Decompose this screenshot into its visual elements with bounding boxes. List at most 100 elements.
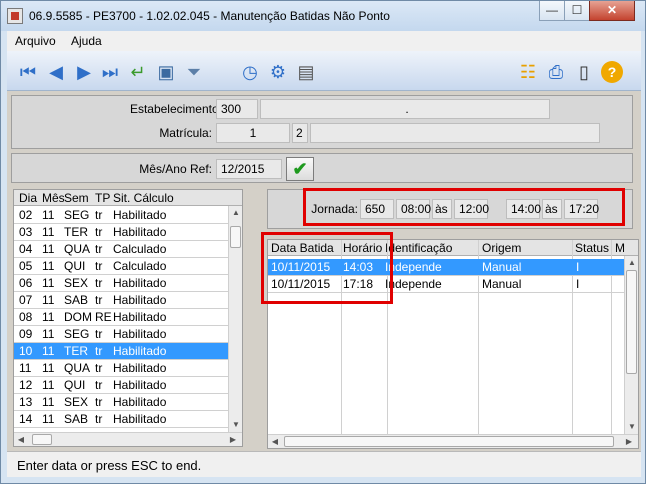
table-row[interactable]: 06 11 SEX tr Habilitado (14, 275, 228, 292)
help-icon[interactable]: ? (601, 61, 623, 83)
cell-sit-calculo: Habilitado (113, 378, 167, 392)
close-button[interactable]: ✕ (589, 1, 635, 21)
col-m[interactable]: M (615, 241, 625, 255)
col-identificacao[interactable]: Identificação (385, 241, 452, 255)
menu-bar: Arquivo Ajuda (7, 31, 641, 51)
punches-horizontal-scrollbar[interactable]: ◀ ▶ (268, 434, 638, 448)
cell-mes: 11 (42, 310, 55, 324)
scroll-left-icon[interactable]: ◀ (14, 433, 28, 446)
table-row[interactable]: 03 11 TER tr Habilitado (14, 224, 228, 241)
cell-tp: tr (95, 327, 103, 341)
cell-dia: 08 (19, 310, 33, 324)
table-row[interactable]: 13 11 SEX tr Habilitado (14, 394, 228, 411)
cell-mes: 11 (42, 395, 55, 409)
table-row[interactable]: 10 11 TER tr Habilitado (14, 343, 228, 360)
cell-data-batida: 10/11/2015 (271, 260, 331, 274)
col-status[interactable]: Status (575, 241, 609, 255)
table-row[interactable]: 10/11/2015 17:18 Independe Manual I (268, 276, 624, 293)
jornada-code-field: 650 (360, 199, 394, 219)
cell-dia: 04 (19, 242, 33, 256)
table-row[interactable]: 08 11 DOM RE Habilitado (14, 309, 228, 326)
menu-ajuda[interactable]: Ajuda (71, 34, 102, 48)
minimize-button[interactable]: — (539, 1, 565, 21)
cell-dia: 11 (19, 361, 32, 375)
clock-icon[interactable]: ◷ (239, 61, 261, 83)
scroll-up-icon[interactable]: ▲ (229, 206, 242, 220)
table-row[interactable]: 04 11 QUA tr Calculado (14, 241, 228, 258)
col-mes[interactable]: Mês (42, 191, 65, 205)
scroll-down-icon[interactable]: ▼ (229, 418, 242, 432)
scroll-thumb[interactable] (626, 270, 637, 374)
days-grid: Dia Mês Sem TP Sit. Cálculo 02 11 SEG tr Hab… (13, 189, 243, 447)
menu-arquivo[interactable]: Arquivo (15, 34, 56, 48)
col-data-batida[interactable]: Data Batida (271, 241, 334, 255)
cell-tp: tr (95, 242, 103, 256)
days-vertical-scrollbar[interactable]: ▲ ▼ (228, 206, 242, 432)
previous-record-icon[interactable]: ◀ (45, 61, 67, 83)
print-icon[interactable]: ⎙ (545, 61, 567, 83)
cell-sit-calculo: Habilitado (113, 395, 167, 409)
estabelecimento-label: Estabelecimento: (129, 102, 222, 116)
scroll-right-icon[interactable]: ▶ (622, 435, 636, 448)
period-field[interactable]: 12/2015 (216, 159, 282, 179)
cell-mes: 11 (42, 327, 55, 341)
matricula-code-field[interactable]: 1 (216, 123, 290, 143)
table-row[interactable]: 02 11 SEG tr Habilitado (14, 207, 228, 224)
filter-icon[interactable]: ⏷ (183, 61, 205, 83)
clock-settings-icon[interactable]: ⚙ (267, 61, 289, 83)
app-icon (7, 8, 23, 24)
tree-structure-icon[interactable]: ☷ (517, 61, 539, 83)
table-row[interactable]: 05 11 QUI tr Calculado (14, 258, 228, 275)
cell-mes: 11 (42, 259, 55, 273)
scroll-down-icon[interactable]: ▼ (625, 420, 638, 434)
cell-dia: 06 (19, 276, 33, 290)
cell-sit-calculo: Habilitado (113, 293, 167, 307)
period-panel: Mês/Ano Ref: 12/2015 ✔ (11, 153, 633, 183)
cell-status: I (576, 260, 580, 274)
table-row[interactable]: 11 11 QUA tr Habilitado (14, 360, 228, 377)
jornada-panel: Jornada: 650 08:00 às 12:00 14:00 às 17:… (267, 189, 633, 229)
estabelecimento-code-field[interactable]: 300 (216, 99, 258, 119)
jornada-time4: 17:20 (564, 199, 599, 219)
scroll-left-icon[interactable]: ◀ (268, 435, 282, 448)
cell-sit-calculo: Habilitado (113, 412, 167, 426)
scroll-thumb[interactable] (230, 226, 241, 248)
col-sem[interactable]: Sem (64, 191, 89, 205)
zoom-icon[interactable]: ▣ (155, 61, 177, 83)
col-horario[interactable]: Horário (343, 241, 382, 255)
scroll-right-icon[interactable]: ▶ (226, 433, 240, 446)
days-horizontal-scrollbar[interactable]: ◀ ▶ (14, 432, 242, 446)
scroll-up-icon[interactable]: ▲ (625, 256, 638, 270)
col-tp[interactable]: TP (95, 191, 110, 205)
punches-vertical-scrollbar[interactable]: ▲ ▼ (624, 256, 638, 434)
col-origem[interactable]: Origem (482, 241, 521, 255)
first-record-icon[interactable]: ⏮ (17, 61, 39, 83)
cell-sem: QUA (64, 361, 91, 375)
matricula-label: Matrícula: (159, 126, 212, 140)
scroll-thumb-h[interactable] (32, 434, 52, 445)
exit-door-icon[interactable]: ▯ (573, 61, 595, 83)
col-dia[interactable]: Dia (19, 191, 37, 205)
cell-sit-calculo: Habilitado (113, 276, 167, 290)
maximize-button[interactable]: ☐ (564, 1, 590, 21)
table-row[interactable]: 09 11 SEG tr Habilitado (14, 326, 228, 343)
return-icon[interactable]: ↵ (127, 61, 149, 83)
next-record-icon[interactable]: ▶ (73, 61, 95, 83)
cell-dia: 05 (19, 259, 33, 273)
col-sit-calculo[interactable]: Sit. Cálculo (113, 191, 174, 205)
cell-tp: tr (95, 276, 103, 290)
jornada-time2: 12:00 (454, 199, 489, 219)
cell-mes: 11 (42, 293, 55, 307)
scroll-thumb-h[interactable] (284, 436, 614, 447)
cell-status: I (576, 277, 580, 291)
cell-mes: 11 (42, 344, 55, 358)
cell-mes: 11 (42, 412, 55, 426)
confirm-check-icon[interactable]: ✔ (286, 157, 314, 181)
table-row[interactable]: 12 11 QUI tr Habilitado (14, 377, 228, 394)
table-row[interactable]: 10/11/2015 14:03 Independe Manual I (268, 259, 624, 276)
document-clock-icon[interactable]: ▤ (295, 61, 317, 83)
table-row[interactable]: 14 11 SAB tr Habilitado (14, 411, 228, 428)
last-record-icon[interactable]: ⏭ (99, 61, 121, 83)
cell-tp: tr (95, 412, 103, 426)
table-row[interactable]: 07 11 SAB tr Habilitado (14, 292, 228, 309)
